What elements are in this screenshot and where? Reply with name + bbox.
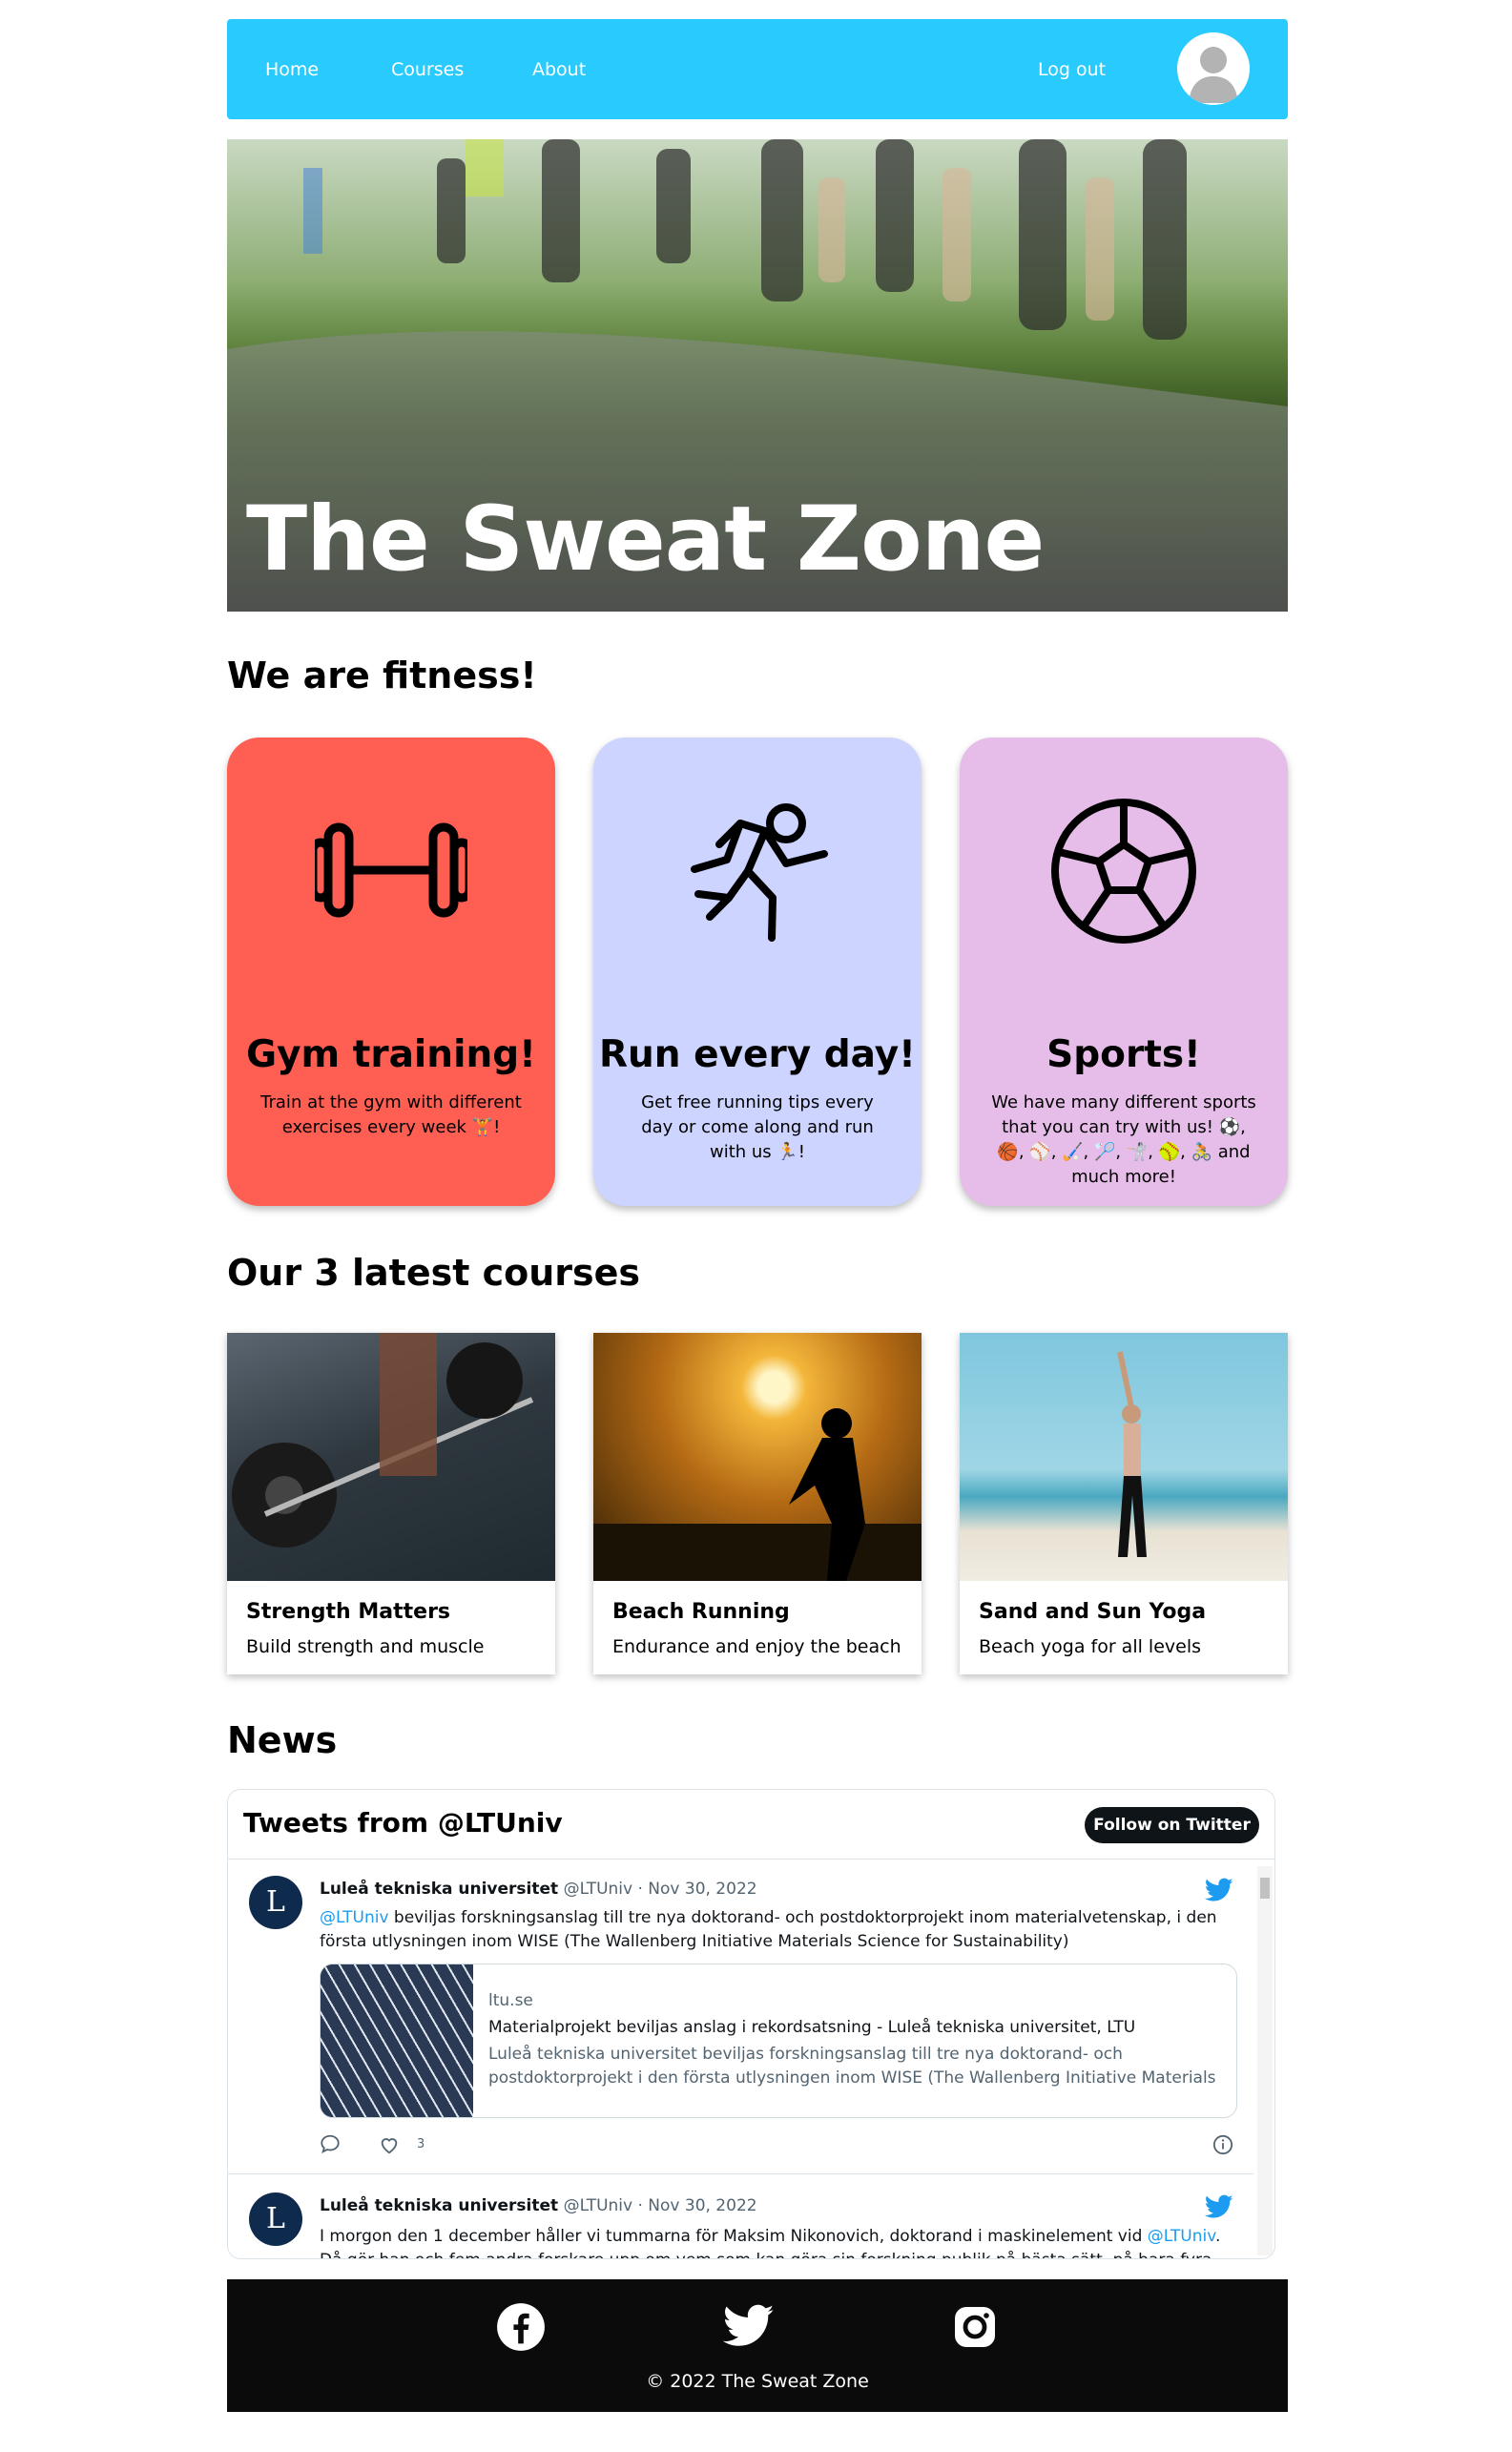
- tweet-body: I morgon den 1 december håller vi tummar…: [320, 2227, 1143, 2246]
- like-count: 3: [417, 2137, 425, 2151]
- feature-card-gym: Gym training! Train at the gym with diff…: [227, 738, 555, 1206]
- tweet-author[interactable]: Luleå tekniska universitet @LTUniv · Nov…: [320, 1880, 757, 1899]
- tweet-author-name: Luleå tekniska universitet: [320, 1880, 559, 1899]
- like-heart-icon[interactable]: [379, 2134, 400, 2155]
- tweet-handle-date: @LTUniv · Nov 30, 2022: [563, 1880, 757, 1899]
- dumbbell-icon: [315, 822, 467, 918]
- timeline-scrollbar[interactable]: [1257, 1866, 1273, 2255]
- tweet-text: @LTUniv beviljas forskningsanslag till t…: [320, 1906, 1235, 1954]
- course-title: Beach Running: [612, 1600, 790, 1624]
- ltu-avatar-icon[interactable]: L: [249, 1876, 302, 1929]
- facebook-icon[interactable]: [496, 2302, 546, 2352]
- solar-panel-image: [321, 1964, 473, 2117]
- feature-run-text: Get free running tips every day or come …: [641, 1092, 874, 1162]
- timeline-scrollbar-thumb[interactable]: [1260, 1878, 1270, 1899]
- top-navbar: Home Courses About Log out: [227, 19, 1288, 119]
- page-footer: © 2022 The Sweat Zone: [227, 2279, 1288, 2412]
- reply-icon[interactable]: [320, 2133, 341, 2154]
- tweet-author-name: Luleå tekniska universitet: [320, 2196, 559, 2215]
- course-image-yoga: [960, 1333, 1288, 1581]
- feature-sports-title: Sports!: [1046, 1033, 1201, 1076]
- course-title: Sand and Sun Yoga: [979, 1600, 1207, 1624]
- twitter-bird-icon[interactable]: [1205, 1878, 1233, 1902]
- twitter-header: Tweets from @LTUniv Follow on Twitter: [228, 1790, 1274, 1860]
- course-subtitle: Endurance and enjoy the beach: [612, 1636, 901, 1657]
- twitter-timeline-widget[interactable]: Tweets from @LTUniv Follow on Twitter L …: [227, 1789, 1275, 2259]
- tweet-link-card[interactable]: ltu.se Materialprojekt beviljas anslag i…: [320, 1964, 1237, 2118]
- nav-logout-link[interactable]: Log out: [1038, 59, 1106, 80]
- course-title: Strength Matters: [246, 1600, 451, 1624]
- tweet-item[interactable]: L Luleå tekniska universitet @LTUniv · N…: [228, 2175, 1253, 2258]
- course-subtitle: Build strength and muscle: [246, 1636, 485, 1657]
- info-icon[interactable]: [1212, 2134, 1233, 2155]
- course-card-running[interactable]: Beach Running Endurance and enjoy the be…: [593, 1333, 922, 1674]
- hero-title: The Sweat Zone: [246, 488, 1045, 592]
- follow-on-twitter-button[interactable]: Follow on Twitter: [1085, 1807, 1259, 1843]
- tweet-item[interactable]: L Luleå tekniska universitet @LTUniv · N…: [228, 1859, 1253, 2174]
- course-card-strength[interactable]: Strength Matters Build strength and musc…: [227, 1333, 555, 1674]
- tweet-text: I morgon den 1 december håller vi tummar…: [320, 2225, 1235, 2258]
- instagram-icon[interactable]: [952, 2304, 998, 2350]
- twitter-bird-icon[interactable]: [1205, 2194, 1233, 2219]
- link-card-description: Luleå tekniska universitet beviljas fors…: [488, 2045, 1216, 2088]
- hero-banner: The Sweat Zone: [227, 139, 1288, 612]
- course-card-yoga[interactable]: Sand and Sun Yoga Beach yoga for all lev…: [960, 1333, 1288, 1674]
- link-card-title: Materialprojekt beviljas anslag i rekord…: [488, 2018, 1136, 2037]
- soccer-ball-icon: [1051, 799, 1196, 944]
- feature-card-sports: Sports! We have many different sports th…: [960, 738, 1288, 1206]
- link-card-domain: ltu.se: [488, 1991, 533, 2010]
- nav-about-link[interactable]: About: [532, 59, 586, 80]
- feature-sports-text: We have many different sports that you c…: [991, 1092, 1256, 1187]
- user-avatar-icon[interactable]: [1177, 32, 1250, 105]
- twitter-icon[interactable]: [723, 2304, 775, 2348]
- feature-run-title: Run every day!: [599, 1033, 916, 1076]
- feature-gym-text: Train at the gym with different exercise…: [260, 1092, 522, 1137]
- tweet-author[interactable]: Luleå tekniska universitet @LTUniv · Nov…: [320, 2196, 757, 2215]
- section-title-courses: Our 3 latest courses: [227, 1252, 641, 1294]
- footer-copyright: © 2022 The Sweat Zone: [646, 2371, 869, 2392]
- tweet-handle-date: @LTUniv · Nov 30, 2022: [563, 2196, 757, 2215]
- course-image-running: [593, 1333, 922, 1581]
- tweet-body: beviljas forskningsanslag till tre nya d…: [320, 1908, 1217, 1951]
- runner-icon: [691, 803, 828, 942]
- twitter-header-title: Tweets from @LTUniv: [243, 1807, 563, 1839]
- course-subtitle: Beach yoga for all levels: [979, 1636, 1201, 1657]
- ltu-avatar-icon[interactable]: L: [249, 2192, 302, 2246]
- nav-courses-link[interactable]: Courses: [391, 59, 464, 80]
- nav-home-link[interactable]: Home: [265, 59, 319, 80]
- section-title-news: News: [227, 1719, 338, 1761]
- tweet-mention-link[interactable]: @LTUniv: [320, 1908, 389, 1927]
- tweet-mention-link[interactable]: @LTUniv: [1148, 2227, 1215, 2246]
- section-title-fitness: We are fitness!: [227, 655, 537, 696]
- course-image-strength: [227, 1333, 555, 1581]
- feature-gym-title: Gym training!: [246, 1033, 536, 1076]
- feature-card-run: Run every day! Get free running tips eve…: [593, 738, 922, 1206]
